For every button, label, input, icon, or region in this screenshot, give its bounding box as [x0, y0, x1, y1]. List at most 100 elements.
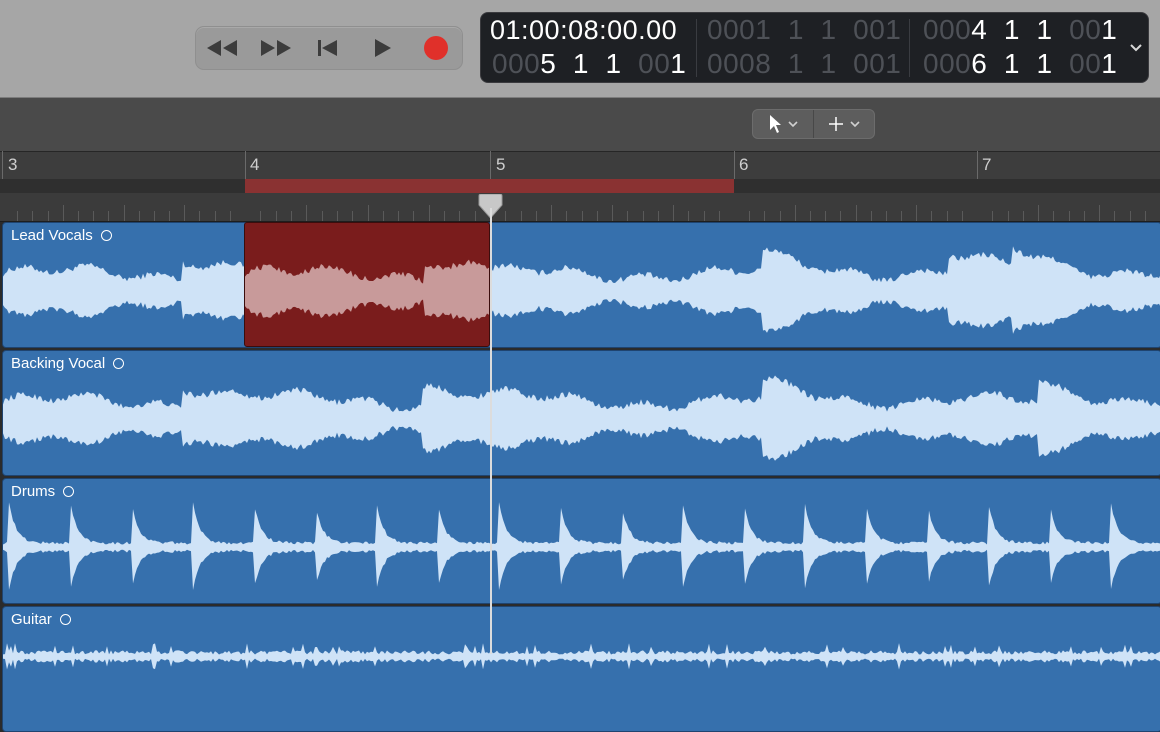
loop-icon [100, 230, 112, 241]
ruler-tick [581, 211, 583, 221]
ruler-tick [551, 205, 552, 221]
ruler-tick [840, 211, 842, 221]
ruler-tick [931, 211, 933, 221]
ruler-tick [566, 211, 568, 221]
ruler-tick [229, 211, 231, 221]
region-lead-vocals[interactable]: Lead Vocals [2, 222, 1160, 348]
ruler-tick [855, 205, 857, 221]
fast-forward-button[interactable] [250, 27, 302, 69]
ruler-tick [596, 211, 598, 221]
left-click-tool-menu[interactable] [753, 110, 813, 138]
bar-number-3: 3 [8, 155, 18, 174]
region-drums[interactable]: Drums [2, 478, 1160, 604]
loop-icon [113, 358, 125, 369]
tool-bar [0, 98, 1160, 151]
ruler-tick [535, 211, 537, 221]
playhead[interactable] [490, 208, 492, 654]
cycle-start-position: 0001 1 1 001 [707, 14, 902, 45]
bar-number-6: 6 [739, 155, 749, 174]
waveform [3, 375, 1160, 461]
waveform [3, 643, 1160, 670]
cycle-end-position: 0008 1 1 001 [707, 48, 902, 79]
region-guitar[interactable]: Guitar [2, 606, 1160, 732]
ruler-tick [1038, 205, 1039, 221]
cycle-lane[interactable] [0, 179, 1160, 193]
ruler-tick [809, 211, 811, 221]
ruler-tick [367, 205, 369, 221]
track-name: Drums [11, 483, 56, 500]
ruler-tick [413, 211, 415, 221]
lcd-menu-button[interactable] [1124, 13, 1148, 82]
play-icon [375, 39, 391, 57]
go-to-beginning-icon [318, 40, 337, 56]
track-name: Lead Vocals [11, 227, 93, 244]
ruler-tick [612, 205, 613, 221]
ruler-tick [520, 211, 522, 221]
rewind-button[interactable] [196, 27, 248, 69]
ruler-tick [336, 211, 338, 221]
ruler-tick [290, 211, 292, 221]
ruler-tick [306, 205, 308, 221]
ruler-tick [627, 211, 629, 221]
ruler-tick [673, 205, 674, 221]
time-position: 01:00:08:00.00 [490, 15, 678, 45]
play-button[interactable] [356, 27, 408, 69]
ruler-tick [779, 211, 781, 221]
ruler-tick [946, 211, 948, 221]
ruler-tick [961, 211, 963, 221]
ruler-tick [169, 211, 171, 221]
bar-position: 0005 1 1 001 [492, 48, 687, 79]
selected-region-segment[interactable] [244, 222, 490, 347]
pointer-icon [770, 115, 781, 133]
ruler-tick [17, 211, 19, 221]
ruler-tick [123, 205, 125, 221]
ruler-tick [199, 211, 201, 221]
ruler-tick [321, 211, 323, 221]
ruler-tick [260, 211, 262, 221]
ruler-tick [32, 211, 34, 221]
waveform [245, 259, 489, 323]
ruler-tick [1053, 211, 1055, 221]
ruler-tick [992, 211, 994, 221]
lcd-display[interactable]: 01:00:08:00.00 0005 1 1 001 0001 1 1 001… [480, 12, 1149, 83]
ruler-tick [1114, 211, 1116, 221]
track-name: Guitar [11, 611, 52, 628]
ruler-tick [1083, 211, 1085, 221]
ruler-tick [93, 211, 95, 221]
ruler-tick [825, 211, 827, 221]
ruler-tick [505, 211, 507, 221]
ruler-tick [444, 211, 446, 221]
ruler-tick [398, 211, 400, 221]
ruler-tick [916, 205, 918, 221]
ruler-tick [703, 211, 705, 221]
ruler-tick [1068, 211, 1070, 221]
bar-number-7: 7 [982, 155, 992, 174]
go-to-beginning-button[interactable] [302, 27, 354, 69]
ruler-tick [62, 205, 64, 221]
chevron-down-icon [788, 121, 798, 128]
region-backing-vocal[interactable]: Backing Vocal [2, 350, 1160, 476]
ruler-tick [1099, 205, 1100, 221]
region-label: Drums [11, 483, 75, 500]
left-locator: 0004 1 1 001 [923, 14, 1118, 45]
loop-icon [59, 614, 71, 625]
waveform [3, 502, 1160, 590]
ruler-tick [901, 211, 903, 221]
lcd-separator [909, 19, 910, 77]
record-button[interactable] [410, 27, 462, 69]
bar-ruler[interactable]: 3 4 5 6 7 [0, 151, 1160, 222]
marquee-crosshair-icon [829, 117, 843, 131]
waveform [3, 246, 1160, 334]
command-click-tool-menu[interactable] [813, 110, 874, 138]
region-label: Guitar [11, 611, 71, 628]
lcd-separator [696, 19, 697, 77]
ruler-tick [749, 211, 751, 221]
ruler-tick [77, 211, 79, 221]
ruler-tick [718, 211, 720, 221]
cycle-region[interactable] [245, 179, 734, 193]
ruler-tick [138, 211, 140, 221]
ruler-tick [275, 211, 277, 221]
region-label: Lead Vocals [11, 227, 112, 244]
track-name: Backing Vocal [11, 355, 106, 372]
ruler-tick [642, 211, 644, 221]
